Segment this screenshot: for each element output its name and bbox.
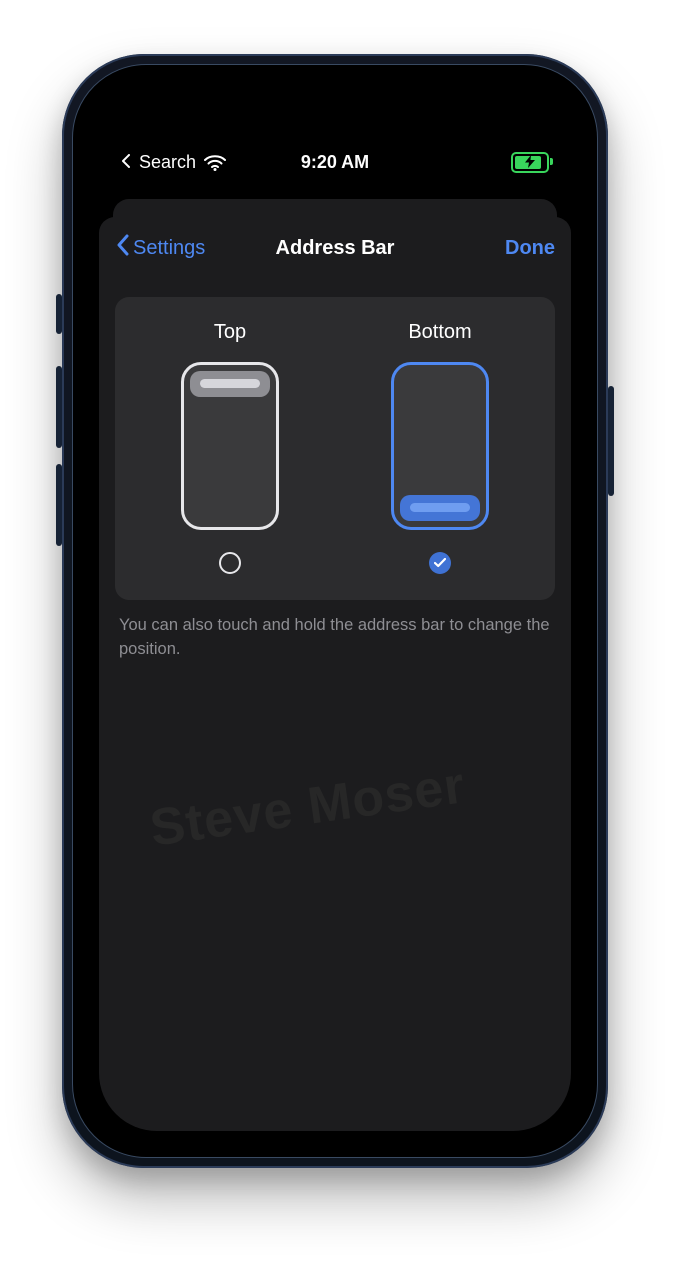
bolt-icon — [525, 155, 535, 171]
settings-sheet: Settings Address Bar Done Top — [99, 217, 571, 1131]
option-bottom-radio[interactable] — [429, 552, 451, 574]
done-button[interactable]: Done — [505, 237, 555, 260]
back-caret-icon — [121, 152, 131, 173]
checkmark-icon — [434, 555, 446, 571]
option-top-preview — [181, 362, 279, 530]
phone-bezel: Search 9:20 AM — [72, 64, 598, 1158]
phone-frame: Search 9:20 AM — [62, 54, 608, 1168]
status-back-to-app[interactable]: Search — [121, 152, 226, 173]
back-label: Settings — [133, 237, 205, 260]
status-bar: Search 9:20 AM — [99, 91, 571, 183]
option-bottom[interactable]: Bottom — [335, 321, 545, 574]
status-time: 9:20 AM — [301, 152, 369, 173]
option-bottom-label: Bottom — [408, 321, 471, 344]
wifi-icon — [204, 155, 226, 171]
option-top[interactable]: Top — [125, 321, 335, 574]
phone-screen: Search 9:20 AM — [99, 91, 571, 1131]
status-back-label: Search — [139, 152, 196, 173]
option-top-label: Top — [214, 321, 246, 344]
option-top-radio[interactable] — [219, 552, 241, 574]
help-text: You can also touch and hold the address … — [115, 600, 555, 662]
back-button[interactable]: Settings — [115, 234, 205, 262]
nav-bar: Settings Address Bar Done — [99, 217, 571, 279]
page-title: Address Bar — [276, 237, 395, 260]
chevron-left-icon — [115, 234, 131, 262]
option-bottom-preview — [391, 362, 489, 530]
watermark: Steve Moser — [146, 755, 469, 859]
battery-charging-icon — [511, 152, 549, 173]
power-button — [608, 386, 614, 496]
address-bar-options-card: Top Bottom — [115, 297, 555, 600]
